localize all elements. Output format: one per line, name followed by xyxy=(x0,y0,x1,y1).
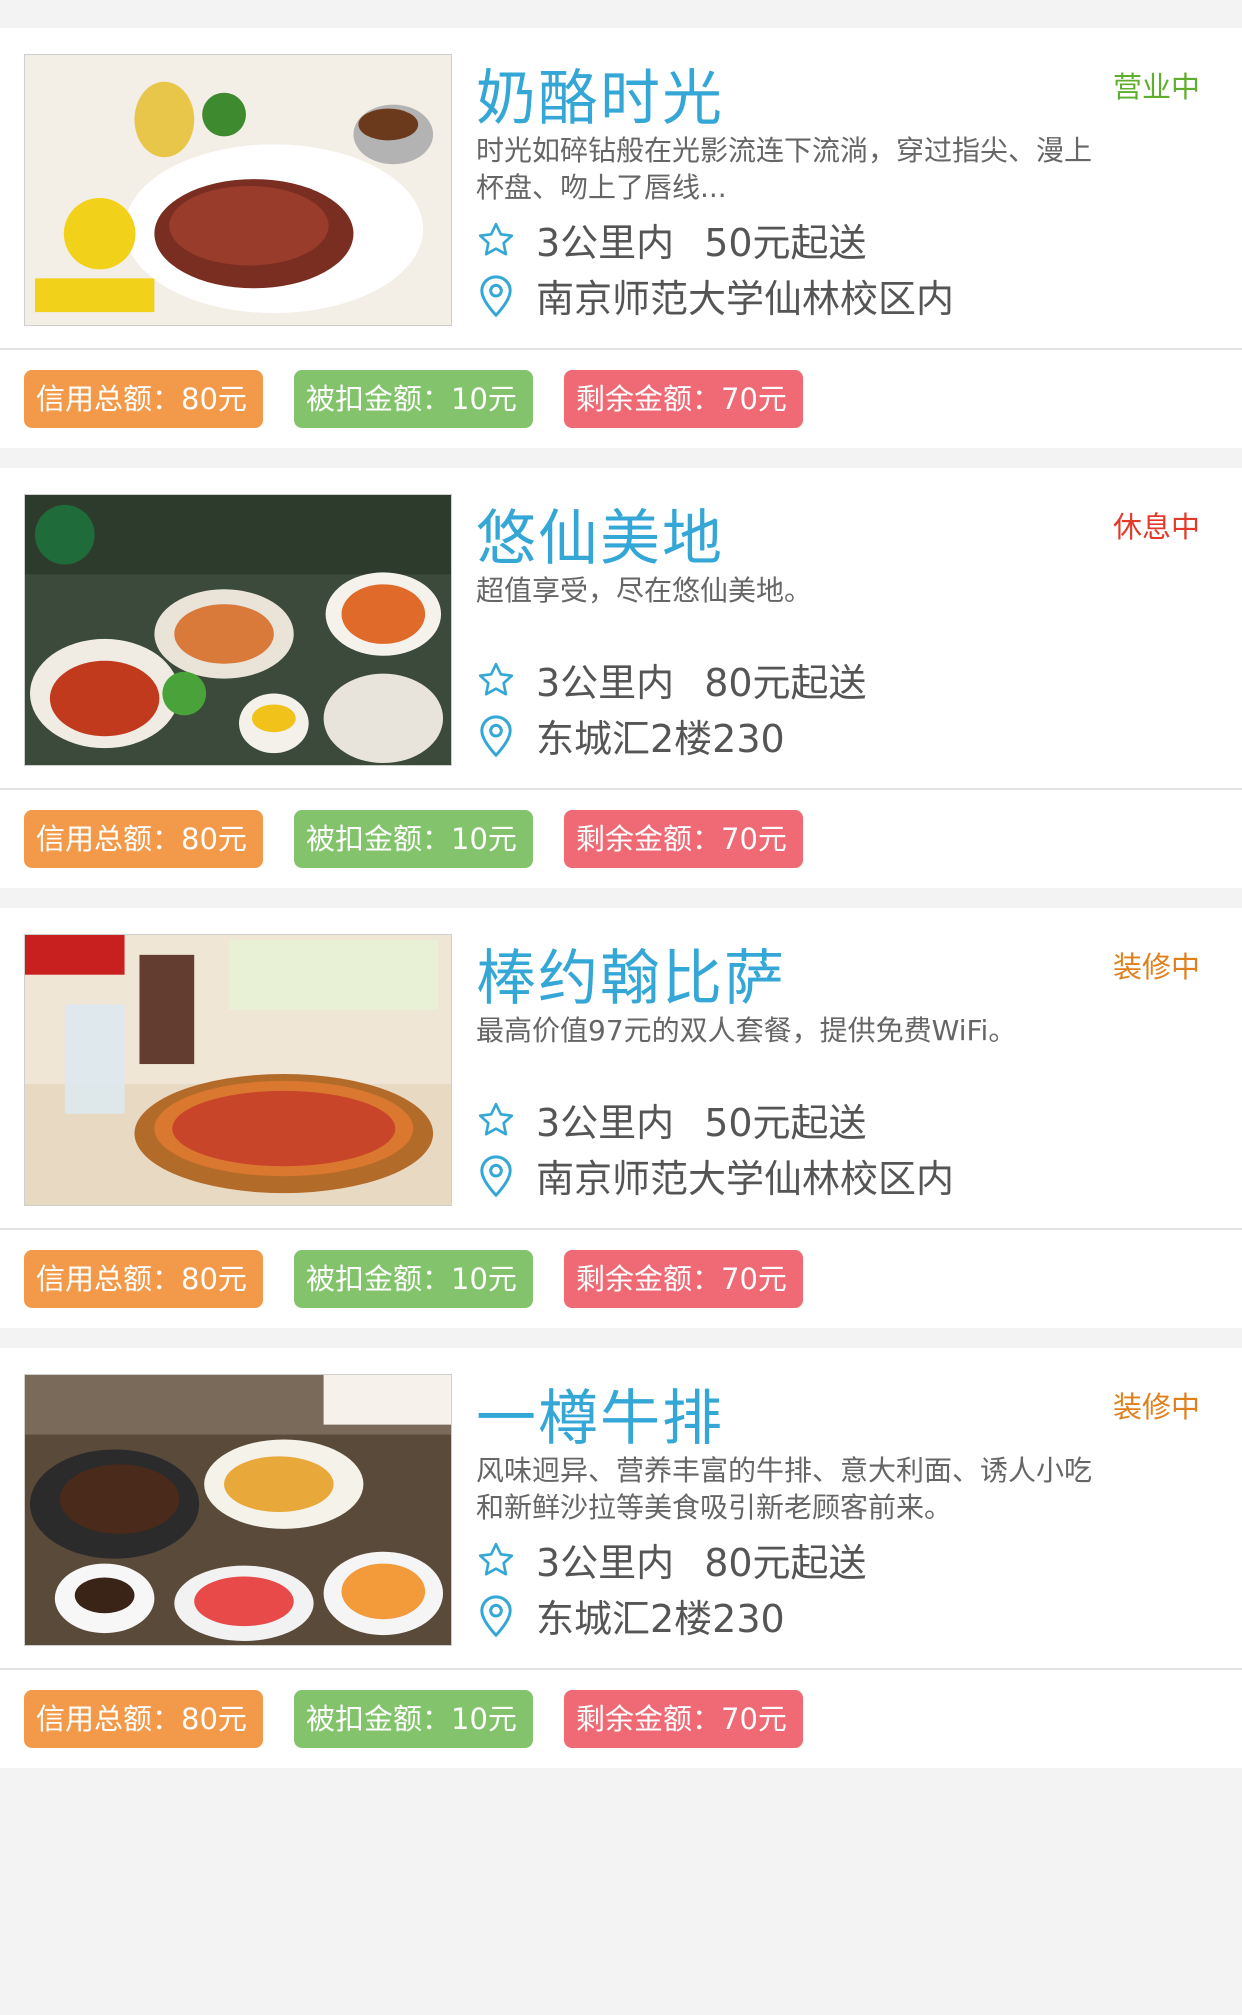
deducted-amount-badge: 被扣金额：10元 xyxy=(294,1690,533,1748)
delivery-info: 3公里内 80元起送 xyxy=(476,1532,867,1587)
credit-total-badge: 信用总额：80元 xyxy=(24,810,263,868)
restaurant-name[interactable]: 棒约翰比萨 xyxy=(476,930,786,1017)
location-pin-icon xyxy=(480,274,512,317)
location-pin-icon xyxy=(480,1594,512,1637)
restaurant-address: 南京师范大学仙林校区内 xyxy=(536,1157,955,1201)
restaurant-card[interactable]: 一樽牛排 装修中 风味迥异、营养丰富的牛排、意大利面、诱人小吃和新鲜沙拉等美食吸… xyxy=(0,1348,1242,1768)
restaurant-thumbnail[interactable] xyxy=(24,1374,452,1646)
restaurant-thumbnail[interactable] xyxy=(24,494,452,766)
location-pin-icon xyxy=(480,714,512,757)
credit-summary: 信用总额：80元 被扣金额：10元 剩余金额：70元 xyxy=(0,1230,1242,1328)
remaining-amount-badge: 剩余金额：70元 xyxy=(564,1690,803,1748)
restaurant-list: 奶酪时光 营业中 时光如碎钻般在光影流连下流淌，穿过指尖、漫上杯盘、吻上了唇线.… xyxy=(0,0,1242,1768)
deducted-amount-badge: 被扣金额：10元 xyxy=(294,1250,533,1308)
credit-total-badge: 信用总额：80元 xyxy=(24,1690,263,1748)
restaurant-description: 最高价值97元的双人套餐，提供免费WiFi。 xyxy=(476,1014,1017,1047)
address-row: 南京师范大学仙林校区内 xyxy=(476,268,954,323)
restaurant-card[interactable]: 奶酪时光 营业中 时光如碎钻般在光影流连下流淌，穿过指尖、漫上杯盘、吻上了唇线.… xyxy=(0,28,1242,448)
location-pin-icon xyxy=(480,1154,512,1197)
restaurant-card-main[interactable]: 棒约翰比萨 装修中 最高价值97元的双人套餐，提供免费WiFi。 3公里内 50… xyxy=(0,908,1242,1230)
delivery-info: 3公里内 50元起送 xyxy=(476,212,867,267)
delivery-distance: 3公里内 xyxy=(536,661,675,705)
restaurant-card[interactable]: 悠仙美地 休息中 超值享受，尽在悠仙美地。 3公里内 80元起送 东城汇2楼23… xyxy=(0,468,1242,888)
minimum-order: 50元起送 xyxy=(704,1101,867,1145)
credit-total-badge: 信用总额：80元 xyxy=(24,370,263,428)
minimum-order: 80元起送 xyxy=(704,1541,867,1585)
status-badge: 休息中 xyxy=(1112,510,1200,544)
restaurant-description: 时光如碎钻般在光影流连下流淌，穿过指尖、漫上杯盘、吻上了唇线... xyxy=(476,134,1093,204)
address-row: 南京师范大学仙林校区内 xyxy=(476,1148,954,1203)
delivery-distance: 3公里内 xyxy=(536,221,675,265)
restaurant-card[interactable]: 棒约翰比萨 装修中 最高价值97元的双人套餐，提供免费WiFi。 3公里内 50… xyxy=(0,908,1242,1328)
address-row: 东城汇2楼230 xyxy=(476,1588,785,1643)
credit-summary: 信用总额：80元 被扣金额：10元 剩余金额：70元 xyxy=(0,790,1242,888)
star-outline-icon xyxy=(478,1542,514,1575)
minimum-order: 50元起送 xyxy=(704,221,867,265)
delivery-distance: 3公里内 xyxy=(536,1101,675,1145)
credit-total-badge: 信用总额：80元 xyxy=(24,1250,263,1308)
restaurant-address: 东城汇2楼230 xyxy=(536,717,785,761)
minimum-order: 80元起送 xyxy=(704,661,867,705)
star-outline-icon xyxy=(478,1102,514,1135)
restaurant-description: 超值享受，尽在悠仙美地。 xyxy=(476,574,813,607)
delivery-info: 3公里内 50元起送 xyxy=(476,1092,867,1147)
restaurant-name[interactable]: 一樽牛排 xyxy=(476,1370,724,1457)
restaurant-card-main[interactable]: 一樽牛排 装修中 风味迥异、营养丰富的牛排、意大利面、诱人小吃和新鲜沙拉等美食吸… xyxy=(0,1348,1242,1670)
restaurant-name[interactable]: 奶酪时光 xyxy=(476,50,724,137)
restaurant-card-main[interactable]: 奶酪时光 营业中 时光如碎钻般在光影流连下流淌，穿过指尖、漫上杯盘、吻上了唇线.… xyxy=(0,28,1242,350)
star-outline-icon xyxy=(478,222,514,256)
delivery-info: 3公里内 80元起送 xyxy=(476,652,867,707)
credit-summary: 信用总额：80元 被扣金额：10元 剩余金额：70元 xyxy=(0,350,1242,448)
credit-summary: 信用总额：80元 被扣金额：10元 剩余金额：70元 xyxy=(0,1670,1242,1768)
star-outline-icon xyxy=(478,662,514,695)
deducted-amount-badge: 被扣金额：10元 xyxy=(294,370,533,428)
restaurant-name[interactable]: 悠仙美地 xyxy=(476,490,724,577)
deducted-amount-badge: 被扣金额：10元 xyxy=(294,810,533,868)
restaurant-description: 风味迥异、营养丰富的牛排、意大利面、诱人小吃和新鲜沙拉等美食吸引新老顾客前来。 xyxy=(476,1454,1093,1524)
delivery-distance: 3公里内 xyxy=(536,1541,675,1585)
remaining-amount-badge: 剩余金额：70元 xyxy=(564,1250,803,1308)
status-badge: 营业中 xyxy=(1112,70,1200,104)
restaurant-card-main[interactable]: 悠仙美地 休息中 超值享受，尽在悠仙美地。 3公里内 80元起送 东城汇2楼23… xyxy=(0,468,1242,790)
status-badge: 装修中 xyxy=(1112,950,1200,984)
restaurant-thumbnail[interactable] xyxy=(24,934,452,1206)
status-badge: 装修中 xyxy=(1112,1390,1200,1424)
remaining-amount-badge: 剩余金额：70元 xyxy=(564,810,803,868)
restaurant-address: 东城汇2楼230 xyxy=(536,1597,785,1641)
restaurant-address: 南京师范大学仙林校区内 xyxy=(536,277,955,321)
remaining-amount-badge: 剩余金额：70元 xyxy=(564,370,803,428)
address-row: 东城汇2楼230 xyxy=(476,708,785,763)
restaurant-thumbnail[interactable] xyxy=(24,54,452,326)
